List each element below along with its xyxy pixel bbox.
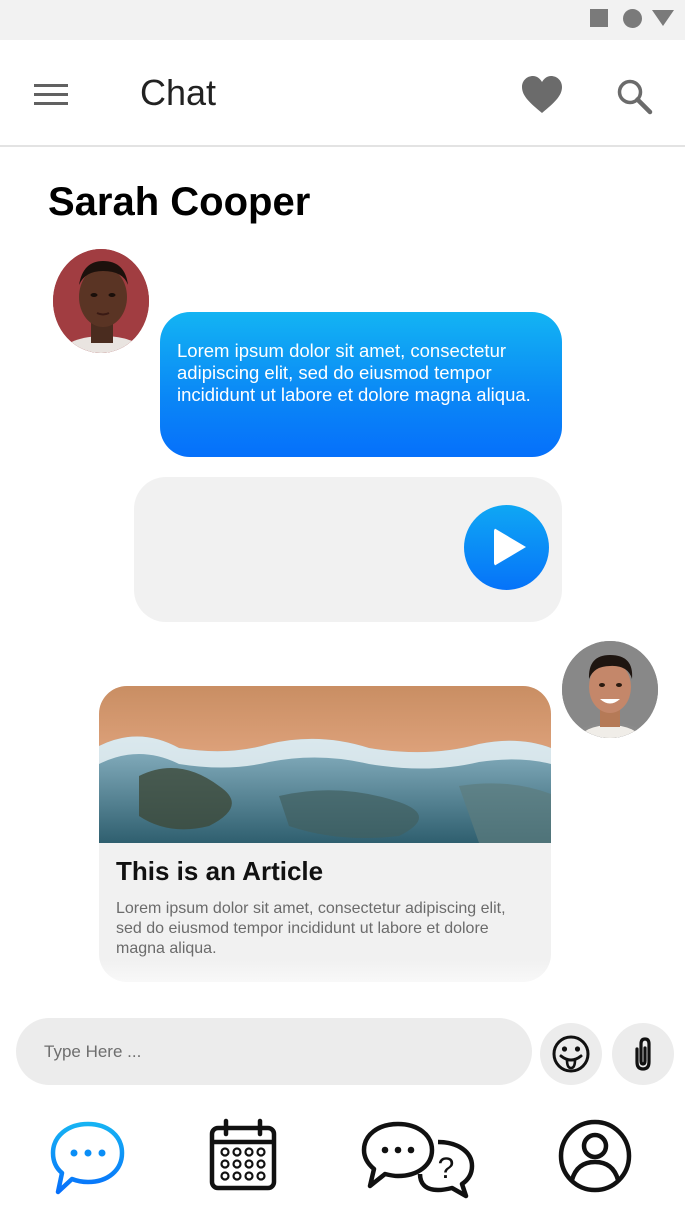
heart-icon[interactable] (522, 76, 562, 114)
status-bar (0, 0, 685, 40)
faq-chat-icon[interactable]: ? (360, 1118, 478, 1200)
bottom-nav: ? (0, 1104, 685, 1217)
profile-icon[interactable] (557, 1118, 633, 1194)
message-composer (0, 998, 685, 1104)
avatar[interactable] (53, 249, 149, 353)
article-description: Lorem ipsum dolor sit amet, consectetur … (116, 900, 506, 957)
contact-name: Sarah Cooper (48, 180, 311, 224)
article-title: This is an Article (116, 856, 324, 886)
emoji-button[interactable] (540, 1023, 602, 1085)
message-input[interactable] (16, 1018, 532, 1085)
voice-message[interactable] (134, 477, 562, 622)
chat-icon[interactable] (48, 1118, 128, 1200)
article-card[interactable]: This is an Article Lorem ipsum dolor sit… (99, 686, 551, 982)
article-image (99, 686, 551, 843)
search-icon[interactable] (616, 78, 654, 116)
paperclip-icon (635, 1037, 651, 1071)
square-icon (590, 9, 608, 27)
svg-text:?: ? (438, 1152, 455, 1185)
calendar-icon[interactable] (208, 1118, 278, 1192)
scroll-fade (0, 960, 685, 1000)
play-icon (494, 528, 526, 566)
app-bar: Chat (0, 40, 685, 147)
menu-icon[interactable] (34, 84, 68, 106)
attach-button[interactable] (612, 1023, 674, 1085)
avatar[interactable] (562, 641, 658, 738)
play-button[interactable] (464, 505, 549, 590)
triangle-icon (652, 10, 674, 26)
emoji-icon (552, 1035, 590, 1073)
waveform-icon (155, 496, 457, 598)
page-title: Chat (140, 72, 217, 113)
message-bubble[interactable]: Lorem ipsum dolor sit amet, consectetur … (160, 312, 562, 457)
circle-icon (623, 9, 642, 28)
